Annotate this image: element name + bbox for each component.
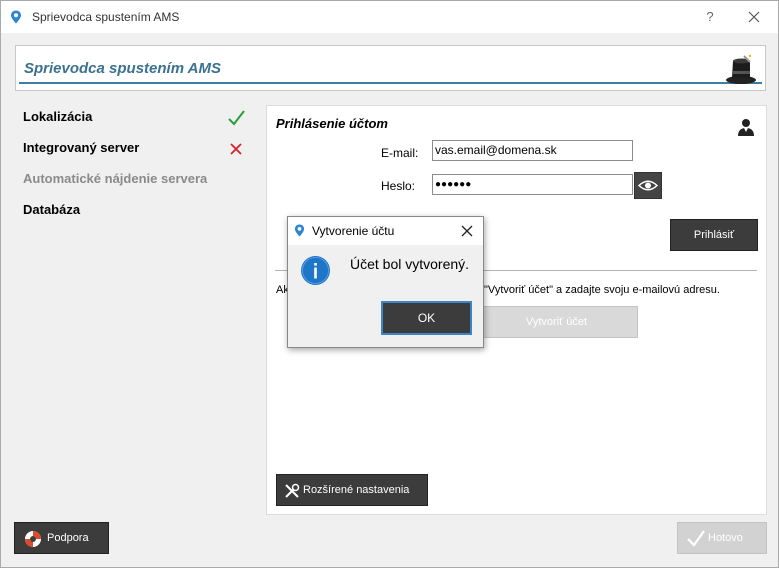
info-icon	[301, 256, 330, 285]
eye-icon	[637, 180, 659, 191]
location-pin-icon	[294, 224, 305, 237]
step-label: Integrovaný server	[23, 140, 140, 155]
dialog-close-icon[interactable]	[458, 222, 476, 240]
hint-text: "Vytvoriť účet" a zadajte svoju e-mailov…	[484, 284, 720, 296]
login-button[interactable]: Prihlásiť	[670, 219, 758, 251]
support-label: Podpora	[47, 532, 89, 544]
advanced-settings-button[interactable]: Rozšírené nastavenia	[276, 474, 428, 506]
step-label: Lokalizácia	[23, 109, 93, 124]
banner-underline	[19, 82, 762, 84]
done-button[interactable]: Hotovo	[677, 522, 767, 554]
step-label: Automatické nájdenie servera	[23, 171, 208, 186]
help-button[interactable]: ?	[699, 7, 721, 27]
banner-title: Sprievodca spustením AMS	[24, 60, 221, 77]
check-icon	[687, 530, 705, 547]
step-localization[interactable]: Lokalizácia	[15, 105, 251, 136]
login-title: Prihlásenie účtom	[276, 116, 388, 131]
dialog-message: Účet bol vytvorený.	[350, 256, 470, 272]
show-password-button[interactable]	[634, 172, 662, 199]
ok-button[interactable]: OK	[381, 301, 472, 335]
steps-sidebar: Lokalizácia Integrovaný server Automatic…	[15, 105, 251, 229]
step-label: Databáza	[23, 202, 81, 217]
window-title: Sprievodca spustením AMS	[32, 10, 180, 24]
close-button[interactable]	[741, 7, 767, 27]
lifebuoy-icon	[25, 531, 41, 547]
wizard-window: Sprievodca spustením AMS ? Sprievodca sp…	[0, 0, 779, 568]
done-label: Hotovo	[708, 532, 743, 544]
advanced-settings-label: Rozšírené nastavenia	[303, 484, 410, 496]
password-label: Heslo:	[381, 179, 416, 193]
dialog-title-bar: Vytvorenie účtu	[288, 217, 483, 245]
support-button[interactable]: Podpora	[14, 522, 109, 554]
user-icon	[738, 119, 754, 136]
magic-hat-icon	[726, 54, 756, 84]
x-icon	[230, 143, 242, 155]
account-created-dialog: Vytvorenie účtu Účet bol vytvorený. OK	[287, 216, 484, 348]
dialog-title: Vytvorenie účtu	[312, 224, 395, 238]
step-auto-discovery: Automatické nájdenie servera	[15, 167, 251, 198]
step-database[interactable]: Databáza	[15, 198, 251, 229]
tools-icon	[285, 483, 300, 498]
location-pin-icon	[11, 10, 21, 24]
title-bar: Sprievodca spustením AMS ?	[1, 1, 778, 33]
close-icon	[748, 11, 760, 23]
step-integrated-server[interactable]: Integrovaný server	[15, 136, 251, 167]
email-field[interactable]: vas.email@domena.sk	[432, 140, 633, 161]
header-banner: Sprievodca spustením AMS	[15, 45, 766, 91]
check-icon	[228, 110, 245, 126]
email-label: E-mail:	[381, 146, 419, 160]
create-account-button[interactable]: Vytvoriť účet	[475, 306, 638, 338]
password-field[interactable]: ●●●●●●	[432, 174, 633, 195]
